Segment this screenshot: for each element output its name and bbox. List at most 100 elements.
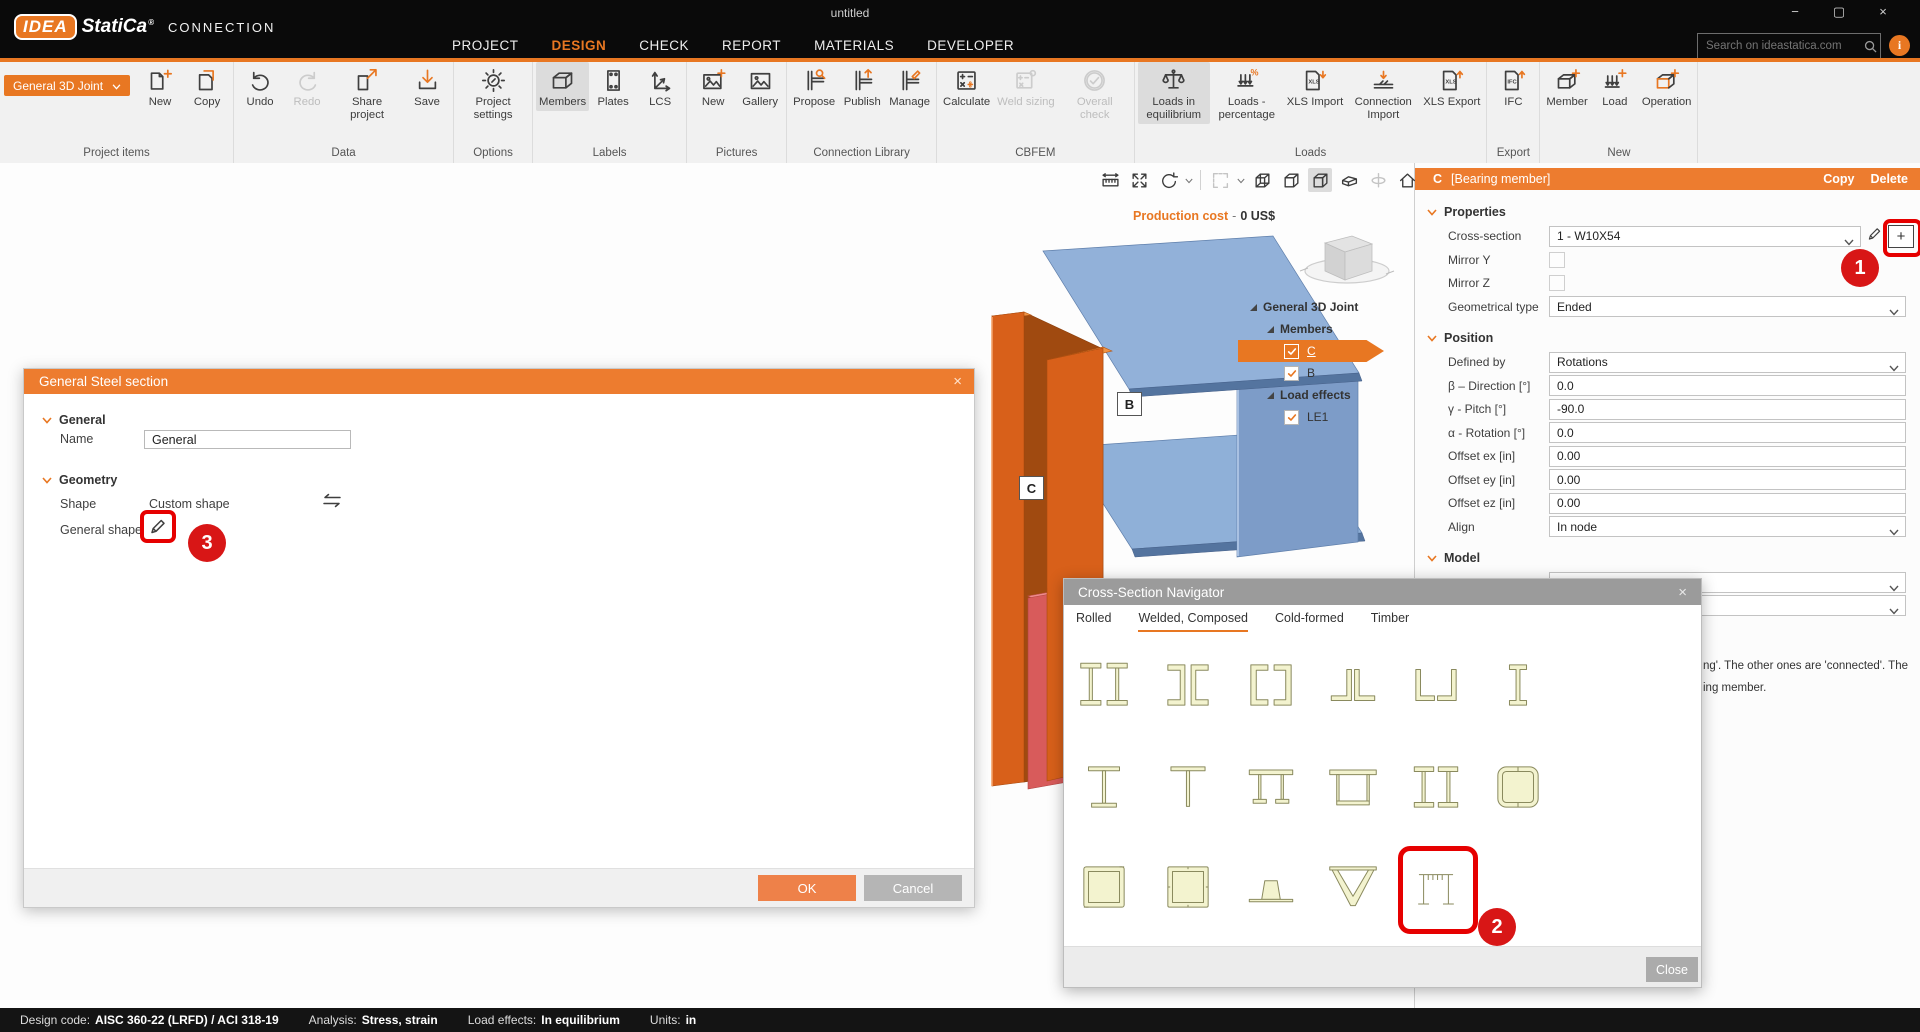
copy-member-button[interactable]: Copy: [1823, 172, 1854, 186]
expander-icon[interactable]: [1250, 304, 1257, 311]
navigator-tab-welded-composed[interactable]: Welded, Composed: [1138, 611, 1248, 632]
wireframe-cube-button[interactable]: [1250, 168, 1274, 192]
tab-check[interactable]: CHECK: [639, 38, 689, 53]
rotation-field[interactable]: 0.0: [1549, 422, 1906, 443]
ribbon-button-undo[interactable]: Undo: [237, 62, 283, 111]
search-icon[interactable]: [1864, 40, 1877, 53]
ribbon-button-manage[interactable]: Manage: [886, 62, 933, 111]
navigator-tab-rolled[interactable]: Rolled: [1076, 611, 1111, 632]
ribbon-button-new[interactable]: New: [137, 62, 183, 111]
tree-checkbox[interactable]: [1284, 410, 1299, 425]
ribbon-button-loads-percentage[interactable]: %Loads - percentage: [1211, 62, 1283, 124]
ribbon-button-members[interactable]: Members: [536, 62, 589, 111]
cancel-button[interactable]: Cancel: [864, 875, 962, 901]
ribbon-button-calculate[interactable]: Calculate: [940, 62, 993, 111]
name-field[interactable]: General: [144, 430, 351, 449]
cross-section-welded-T[interactable]: [1155, 753, 1221, 821]
close-button[interactable]: ×: [1874, 4, 1892, 20]
info-icon[interactable]: i: [1889, 35, 1910, 56]
ribbon-button-publish[interactable]: Publish: [839, 62, 885, 111]
mirror-y-checkbox[interactable]: [1549, 252, 1565, 268]
expander-icon[interactable]: [1267, 326, 1274, 333]
shaded-cube-button[interactable]: [1279, 168, 1303, 192]
navigator-tab-timber[interactable]: Timber: [1371, 611, 1409, 632]
tree-checkbox[interactable]: [1284, 366, 1299, 381]
navigator-tab-cold-formed[interactable]: Cold-formed: [1275, 611, 1344, 632]
general-section-header[interactable]: General: [42, 411, 106, 429]
expander-icon[interactable]: [1267, 392, 1274, 399]
ribbon-button-propose[interactable]: Propose: [790, 62, 838, 111]
ribbon-button-xls-import[interactable]: XLSXLS Import: [1284, 62, 1347, 111]
project-item-dropdown[interactable]: General 3D Joint: [4, 75, 130, 96]
tab-materials[interactable]: MATERIALS: [814, 38, 894, 53]
chevron-down-icon[interactable]: [1185, 171, 1193, 189]
cross-section-top-flange-double-web[interactable]: [1238, 753, 1304, 821]
cross-section-box-two-L[interactable]: [1071, 853, 1137, 921]
align-dropdown[interactable]: In node: [1549, 516, 1906, 537]
cross-section-double-I-closed[interactable]: [1403, 753, 1469, 821]
cross-section-box-four-plates[interactable]: [1155, 853, 1221, 921]
section-header-model[interactable]: Model: [1415, 548, 1920, 568]
rotate-view-button[interactable]: [1156, 168, 1180, 192]
section-header-position[interactable]: Position: [1415, 328, 1920, 348]
offset-ex-in-field[interactable]: 0.00: [1549, 446, 1906, 467]
section-header-properties[interactable]: Properties: [1415, 202, 1920, 222]
solid-cube-button[interactable]: [1308, 168, 1332, 192]
ribbon-button-member[interactable]: Member: [1543, 62, 1590, 111]
search-input[interactable]: [1698, 40, 1864, 52]
clip-view-button[interactable]: [1337, 168, 1361, 192]
cross-section-dropdown[interactable]: 1 - W10X54: [1549, 226, 1861, 247]
ribbon-button-share-project[interactable]: Share project: [331, 62, 403, 124]
ribbon-button-new[interactable]: New: [690, 62, 736, 111]
ribbon-button-project-settings[interactable]: Project settings: [457, 62, 529, 124]
ribbon-button-connection-import[interactable]: Connection Import: [1347, 62, 1419, 124]
ribbon-button-ifc[interactable]: IFCIFC: [1490, 62, 1536, 111]
cross-section-v-section[interactable]: [1320, 853, 1386, 921]
minimize-button[interactable]: −: [1786, 4, 1804, 20]
ok-button[interactable]: OK: [758, 875, 856, 901]
tab-report[interactable]: REPORT: [722, 38, 781, 53]
navigator-close-icon[interactable]: ×: [1678, 584, 1687, 601]
offset-ez-in-field[interactable]: 0.00: [1549, 493, 1906, 514]
cross-section-double-channel-back-to-back[interactable]: [1155, 651, 1221, 719]
ribbon-button-save[interactable]: Save: [404, 62, 450, 111]
cross-section-welded-box-open[interactable]: [1320, 753, 1386, 821]
delete-member-button[interactable]: Delete: [1870, 172, 1908, 186]
maximize-button[interactable]: ▢: [1830, 4, 1848, 20]
cross-section-welded-I[interactable]: [1071, 753, 1137, 821]
chevron-down-icon[interactable]: [1237, 171, 1245, 189]
tree-item-members[interactable]: Members: [1248, 318, 1416, 340]
tree-item-c[interactable]: C: [1248, 340, 1416, 362]
ribbon-button-load[interactable]: Load: [1592, 62, 1638, 111]
ribbon-button-gallery[interactable]: Gallery: [737, 62, 783, 111]
geometrical-type-dropdown[interactable]: Ended: [1549, 296, 1906, 317]
geometry-section-header[interactable]: Geometry: [42, 471, 117, 489]
mirror-z-checkbox[interactable]: [1549, 275, 1565, 291]
cross-section-double-angle-facing[interactable]: [1403, 651, 1469, 719]
tree-item-general-3d-joint[interactable]: General 3D Joint: [1248, 296, 1416, 318]
cross-section-box-rounded-channels[interactable]: [1485, 753, 1551, 821]
dialog-close-icon[interactable]: ×: [953, 373, 962, 390]
cross-section-hat-section[interactable]: [1238, 853, 1304, 921]
measure-button[interactable]: [1098, 168, 1122, 192]
ribbon-button-copy[interactable]: Copy: [184, 62, 230, 111]
tree-item-b[interactable]: B: [1248, 362, 1416, 384]
pitch-field[interactable]: -90.0: [1549, 399, 1906, 420]
cross-section-rolled-I[interactable]: [1485, 651, 1551, 719]
direction-field[interactable]: 0.0: [1549, 375, 1906, 396]
swap-shape-icon[interactable]: [321, 493, 343, 513]
close-navigator-button[interactable]: Close: [1646, 957, 1698, 982]
cross-section-welded-double-I[interactable]: [1071, 651, 1137, 719]
edit-cross-section-icon[interactable]: [1866, 225, 1883, 247]
tab-developer[interactable]: DEVELOPER: [927, 38, 1014, 53]
tree-item-le1[interactable]: LE1: [1248, 406, 1416, 428]
defined-by-dropdown[interactable]: Rotations: [1549, 352, 1906, 373]
tree-checkbox[interactable]: [1284, 344, 1299, 359]
tab-project[interactable]: PROJECT: [452, 38, 519, 53]
ribbon-button-xls-export[interactable]: XLSXLS Export: [1420, 62, 1483, 111]
offset-ey-in-field[interactable]: 0.00: [1549, 469, 1906, 490]
tab-design[interactable]: DESIGN: [552, 38, 607, 53]
zoom-extents-button[interactable]: [1127, 168, 1151, 192]
cross-section-double-angle-tee[interactable]: [1320, 651, 1386, 719]
tree-item-load-effects[interactable]: Load effects: [1248, 384, 1416, 406]
